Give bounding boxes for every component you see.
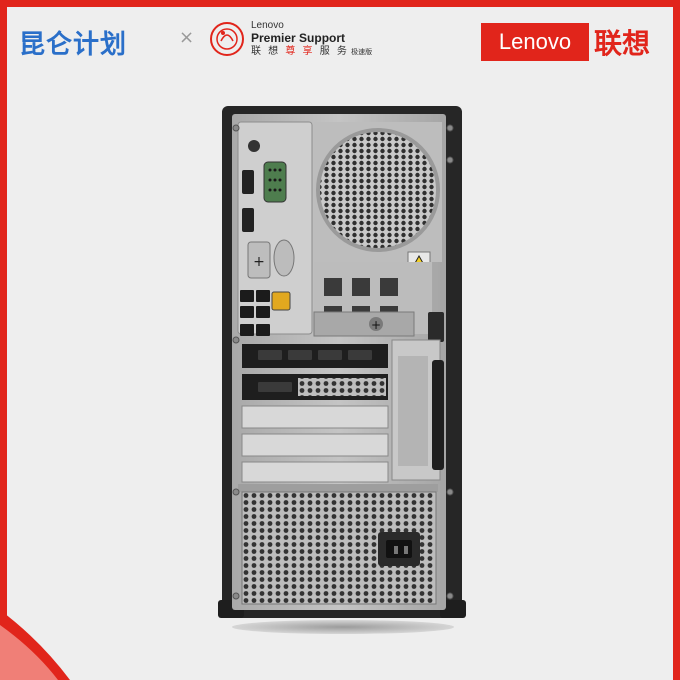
- lenovo-logo-box: Lenovo: [481, 23, 589, 61]
- premier-cn-part-c: 服 务: [314, 46, 349, 57]
- corner-decoration: [0, 610, 70, 680]
- premier-cn-part-d: 极速版: [348, 48, 373, 56]
- collab-separator: ×: [179, 27, 195, 48]
- premier-cn-label: 联 想 尊 享 服 务 极速版: [251, 47, 372, 57]
- premier-cn-part-b: 尊 享: [285, 46, 315, 57]
- promo-header: 昆仑计划 × Lenovo Premier Support 联 想 尊 享 服 …: [7, 7, 673, 73]
- red-frame-top: [0, 0, 680, 7]
- svg-text:+: +: [371, 318, 381, 332]
- svg-text:+: +: [253, 254, 265, 270]
- premier-support-label: Premier Support: [251, 31, 346, 45]
- red-frame-right: [673, 0, 680, 680]
- premier-support-logo: Lenovo Premier Support 联 想 尊 享 服 务 极速版: [251, 21, 372, 57]
- desktop-tower-rear-image: + ! +: [218, 106, 466, 618]
- premier-support-badge-icon: [210, 22, 244, 56]
- lenovo-cn-logo: 联想: [594, 27, 651, 60]
- premier-lenovo-label: Lenovo: [251, 20, 284, 31]
- kunlun-plan-title: 昆仑计划: [19, 30, 128, 60]
- premier-cn-part-a: 联 想: [251, 46, 286, 57]
